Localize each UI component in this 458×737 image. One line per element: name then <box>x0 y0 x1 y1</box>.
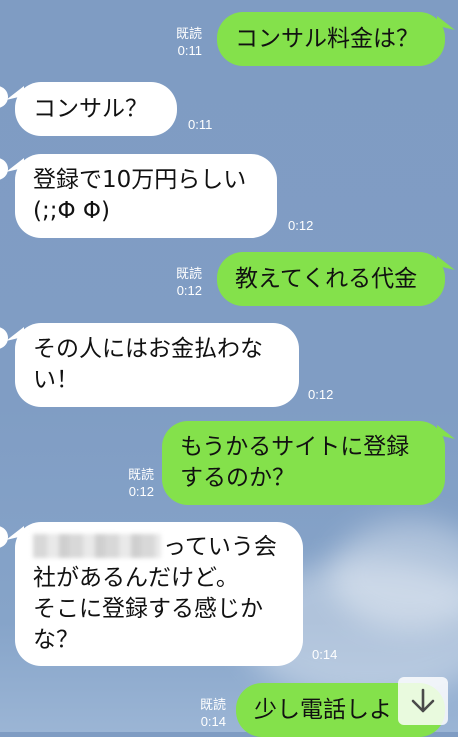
message-text: コンサル料金は？ <box>235 25 419 52</box>
chat-thread[interactable]: 既読 0:11 コンサル料金は？ コンサル？ 0:11 登録で10万円らしい (… <box>0 0 458 737</box>
message-text-line: 登録で10万円らしい <box>33 167 247 193</box>
message-meta: 既読 0:14 <box>184 696 226 730</box>
message-bubble[interactable]: 登録で10万円らしい (;;Φ Φ) <box>15 154 277 238</box>
timestamp: 0:12 <box>176 283 202 298</box>
message-text-line: そこに登録する感じか <box>33 596 263 622</box>
message-meta: 既読 0:11 <box>160 25 202 59</box>
timestamp: 0:11 <box>188 117 213 132</box>
avatar[interactable] <box>0 158 8 180</box>
message-bubble[interactable]: コンサル？ <box>15 82 177 136</box>
timestamp: 0:11 <box>177 43 202 58</box>
avatar[interactable] <box>0 86 8 108</box>
read-receipt: 既読 <box>175 266 202 281</box>
timestamp: 0:14 <box>200 714 226 729</box>
scroll-to-bottom-button[interactable] <box>398 677 448 725</box>
message-text-line: な？ <box>33 627 79 653</box>
message-bubble[interactable]: っていう会 社があるんだけど。 そこに登録する感じか な？ <box>15 522 303 666</box>
message-text-line: もうかるサイトに登録 <box>180 434 410 460</box>
message-text-fragment: っていう会 <box>163 534 277 560</box>
message-meta: 既読 0:12 <box>160 265 202 299</box>
timestamp: 0:12 <box>308 387 334 402</box>
message-text: コンサル？ <box>33 95 148 122</box>
redacted-name <box>33 534 161 558</box>
message-bubble[interactable]: その人にはお金払わな い！ <box>15 323 299 407</box>
timestamp: 0:14 <box>312 647 338 662</box>
avatar[interactable] <box>0 327 8 349</box>
read-receipt: 既読 <box>199 697 226 712</box>
arrow-down-icon <box>411 688 435 713</box>
message-text-line: (;;Φ Φ) <box>33 198 110 224</box>
timestamp: 0:12 <box>288 218 314 233</box>
read-receipt: 既読 <box>127 467 154 482</box>
message-meta: 既読 0:12 <box>112 466 154 500</box>
timestamp: 0:12 <box>128 484 154 499</box>
message-text-line: 社があるんだけど。 <box>33 565 239 591</box>
message-bubble[interactable]: もうかるサイトに登録 するのか？ <box>162 421 445 505</box>
message-text-line: するのか？ <box>180 465 295 491</box>
avatar[interactable] <box>0 526 8 548</box>
read-receipt: 既読 <box>175 26 202 41</box>
message-text: 教えてくれる代金 <box>235 265 418 292</box>
message-bubble[interactable]: 教えてくれる代金 <box>217 252 445 306</box>
message-text-line: い！ <box>33 367 79 393</box>
message-text-line: っていう会 <box>33 532 285 563</box>
message-text-line: その人にはお金払わな <box>33 336 263 362</box>
message-bubble[interactable]: コンサル料金は？ <box>217 12 445 66</box>
